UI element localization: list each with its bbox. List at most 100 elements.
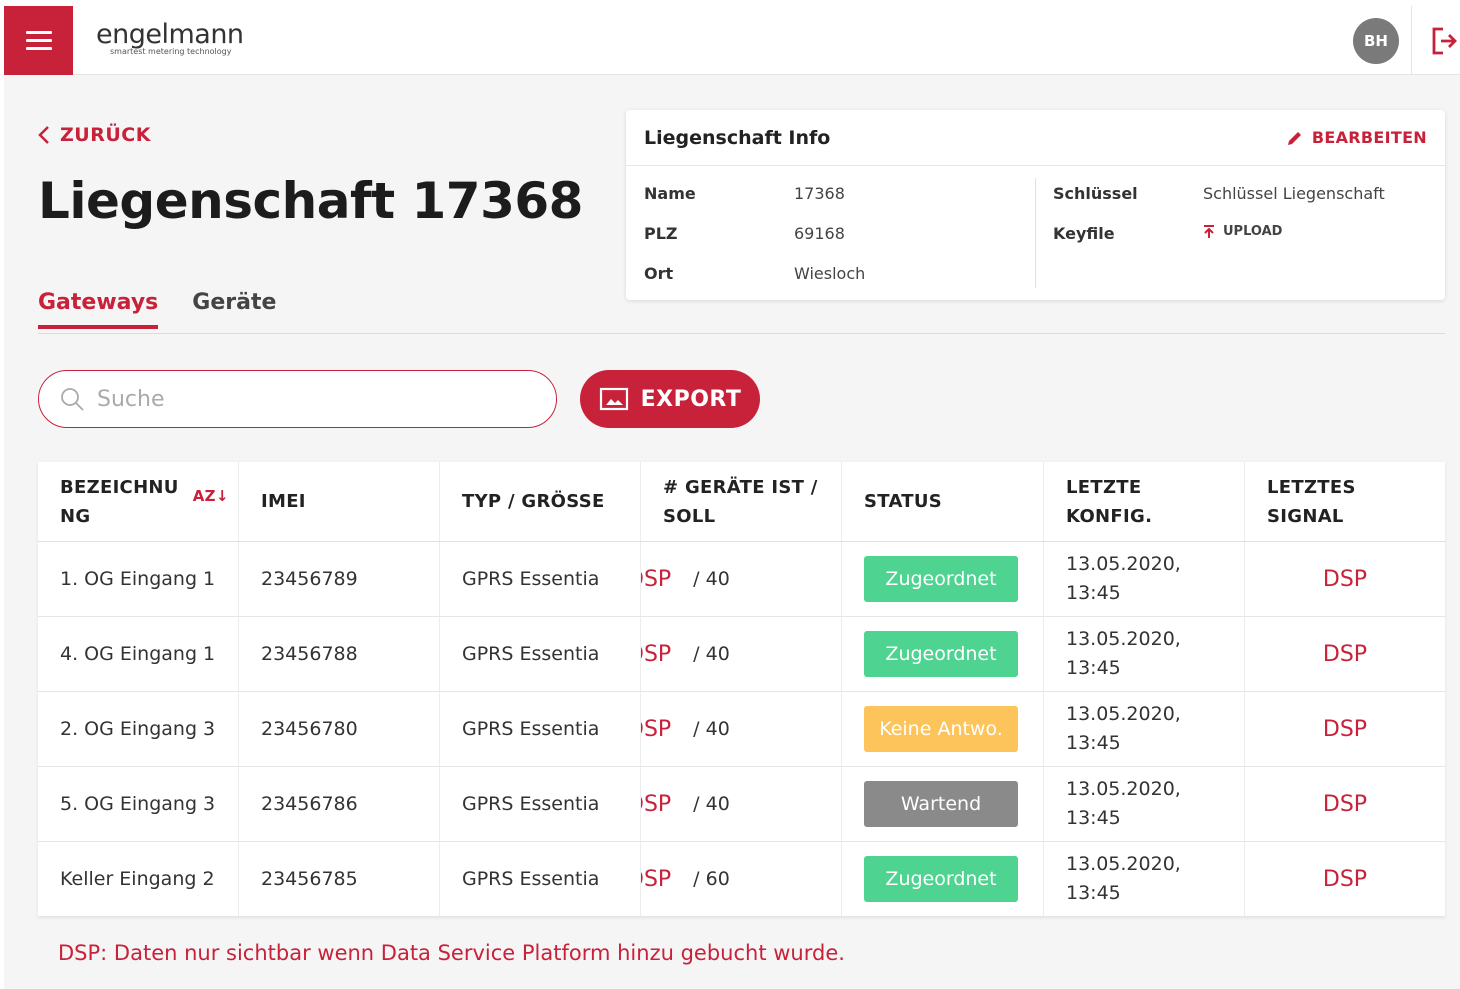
upload-button[interactable]: UPLOAD [1203, 224, 1282, 239]
back-label: ZURÜCK [60, 124, 151, 146]
info-key: PLZ [644, 224, 678, 243]
info-value: Wiesloch [794, 264, 866, 283]
table-row[interactable]: Keller Eingang 223456785GPRS EssentiaDSP… [38, 842, 1445, 917]
cell-letzte-konfig: 13.05.2020, 13:45 [1044, 767, 1245, 841]
cell-name: 5. OG Eingang 3 [38, 767, 239, 841]
page-title: Liegenschaft 17368 [38, 172, 583, 230]
cell-status: Zugeordnet [842, 842, 1044, 916]
top-bar: engelmann smartest metering technology B… [4, 6, 1460, 75]
cell-letzte-konfig: 13.05.2020, 13:45 [1044, 542, 1245, 616]
signal-value: DSP [1322, 791, 1368, 817]
col-header-imei[interactable]: IMEI [239, 462, 440, 541]
cell-soll: / 40 [693, 718, 730, 740]
cell-geraete: DSP / 60 [641, 842, 842, 916]
cell-letztes-signal: DSP [1245, 842, 1445, 916]
search-box[interactable] [38, 370, 557, 428]
cell-ist: DSP [641, 866, 672, 892]
cell-imei: 23456788 [239, 617, 440, 691]
status-badge: Wartend [864, 781, 1018, 827]
export-button[interactable]: EXPORT [580, 370, 760, 428]
cell-letzte-konfig: 13.05.2020, 13:45 [1044, 842, 1245, 916]
cell-typ: GPRS Essentia [440, 617, 641, 691]
back-link[interactable]: ZURÜCK [38, 124, 151, 146]
info-key: Name [644, 184, 696, 203]
tab-gateways[interactable]: Gateways [38, 290, 159, 329]
info-key: Keyfile [1053, 224, 1115, 243]
cell-status: Keine Antwo. [842, 692, 1044, 766]
table-row[interactable]: 5. OG Eingang 323456786GPRS EssentiaDSP/… [38, 767, 1445, 842]
image-icon [599, 387, 628, 411]
upload-icon [1204, 224, 1214, 238]
cell-ist: DSP [641, 716, 672, 742]
status-badge: Zugeordnet [864, 856, 1018, 902]
cell-soll: / 40 [693, 568, 730, 590]
search-icon [61, 388, 84, 411]
info-value: 69168 [794, 224, 845, 243]
cell-typ: GPRS Essentia [440, 692, 641, 766]
sort-icon[interactable]: AZ↓ [193, 482, 229, 511]
edit-label: BEARBEITEN [1311, 128, 1427, 147]
cell-status: Wartend [842, 767, 1044, 841]
avatar[interactable]: BH [1353, 18, 1399, 64]
cell-ist: DSP [641, 791, 672, 817]
table-row[interactable]: 2. OG Eingang 323456780GPRS EssentiaDSP/… [38, 692, 1445, 767]
status-badge: Keine Antwo. [864, 706, 1018, 752]
menu-button[interactable] [4, 6, 73, 75]
edit-button[interactable]: BEARBEITEN [1286, 128, 1427, 147]
col-header-typ[interactable]: TYP / GRÖSSE [440, 462, 641, 541]
cell-imei: 23456785 [239, 842, 440, 916]
logout-button[interactable] [1430, 26, 1458, 56]
cell-geraete: DSP / 40 [641, 542, 842, 616]
cell-imei: 23456786 [239, 767, 440, 841]
tab-bar: Gateways Geräte [38, 290, 276, 329]
tab-geraete[interactable]: Geräte [192, 290, 276, 329]
info-value: Schlüssel Liegenschaft [1203, 184, 1385, 203]
cell-soll: / 40 [693, 793, 730, 815]
signal-value: DSP [1322, 866, 1368, 892]
info-card-header: Liegenschaft Info BEARBEITEN [626, 110, 1445, 166]
pencil-icon [1287, 131, 1301, 145]
cell-letztes-signal: DSP [1245, 542, 1445, 616]
info-key: Schlüssel [1053, 184, 1138, 203]
col-header-geraete[interactable]: # GERÄTE IST / SOLL [641, 462, 842, 541]
cell-letztes-signal: DSP [1245, 692, 1445, 766]
cell-soll: / 60 [693, 868, 730, 890]
menu-icon [25, 31, 52, 34]
col-header-letzte-konfig[interactable]: LETZTE KONFIG. [1044, 462, 1245, 541]
status-badge: Zugeordnet [864, 631, 1018, 677]
cell-imei: 23456780 [239, 692, 440, 766]
cell-status: Zugeordnet [842, 617, 1044, 691]
cell-imei: 23456789 [239, 542, 440, 616]
cell-geraete: DSP / 40 [641, 767, 842, 841]
cell-typ: GPRS Essentia [440, 542, 641, 616]
cell-letzte-konfig: 13.05.2020, 13:45 [1044, 617, 1245, 691]
cell-name: 2. OG Eingang 3 [38, 692, 239, 766]
logo-tagline: smartest metering technology [110, 47, 232, 56]
logout-icon [1432, 27, 1457, 55]
col-header-letztes-signal[interactable]: LETZTES SIGNAL [1245, 462, 1445, 541]
table-row[interactable]: 4. OG Eingang 123456788GPRS EssentiaDSP/… [38, 617, 1445, 692]
col-header-status[interactable]: STATUS [842, 462, 1044, 541]
cell-name: 4. OG Eingang 1 [38, 617, 239, 691]
info-key: Ort [644, 264, 674, 283]
cell-typ: GPRS Essentia [440, 767, 641, 841]
status-badge: Zugeordnet [864, 556, 1018, 602]
export-label: EXPORT [640, 386, 742, 412]
signal-value: DSP [1322, 641, 1368, 667]
search-input[interactable] [97, 386, 517, 412]
cell-ist: DSP [641, 641, 672, 667]
cell-letzte-konfig: 13.05.2020, 13:45 [1044, 692, 1245, 766]
tab-divider [38, 333, 1445, 334]
cell-name: Keller Eingang 2 [38, 842, 239, 916]
dsp-footnote: DSP: Daten nur sichtbar wenn Data Servic… [58, 941, 845, 965]
info-divider [1035, 178, 1036, 288]
signal-value: DSP [1322, 566, 1368, 592]
info-card-body: Name 17368 PLZ 69168 Ort Wiesloch Schlüs… [626, 166, 1445, 299]
cell-typ: GPRS Essentia [440, 842, 641, 916]
table-row[interactable]: 1. OG Eingang 123456789GPRS EssentiaDSP/… [38, 542, 1445, 617]
table-header: BEZEICHNU NG AZ↓ IMEI TYP / GRÖSSE # GERÄ… [38, 462, 1445, 542]
upload-label: UPLOAD [1223, 224, 1283, 239]
logo-word: engelmann [96, 19, 244, 50]
col-header-bezeichnung[interactable]: BEZEICHNU NG AZ↓ [38, 462, 239, 541]
table-body: 1. OG Eingang 123456789GPRS EssentiaDSP/… [38, 542, 1445, 917]
